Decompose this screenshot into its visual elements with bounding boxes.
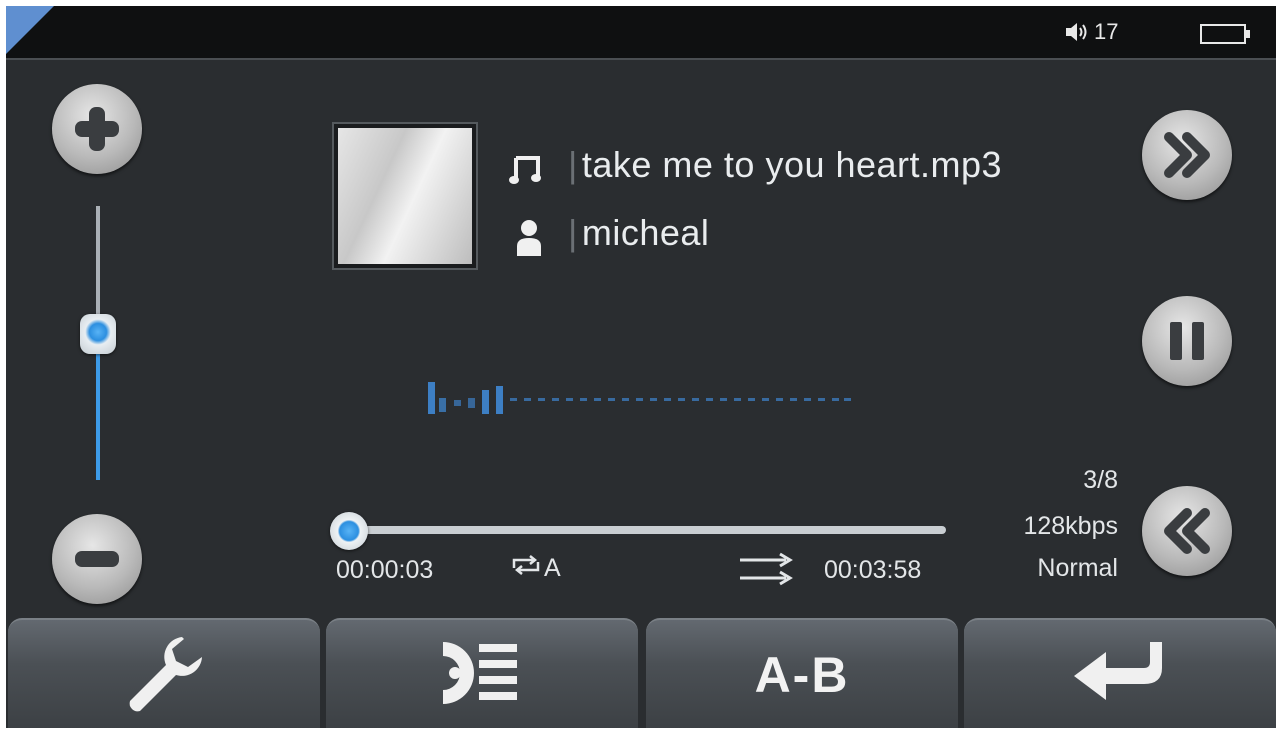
track-title-text: take me to you heart.mp3 [581, 144, 1003, 185]
eq-bar [552, 398, 559, 401]
eq-mode: Normal [1037, 554, 1118, 582]
separator: | [568, 144, 578, 185]
repeat-mode[interactable]: A [510, 554, 561, 583]
settings-button[interactable] [8, 618, 320, 728]
progress-knob[interactable] [330, 512, 368, 550]
eq-bar [720, 398, 727, 401]
eq-bar [524, 398, 531, 401]
eq-bar [734, 398, 741, 401]
previous-button[interactable] [1142, 486, 1232, 576]
volume-slider-fill [96, 334, 100, 480]
eq-bar [692, 398, 699, 401]
eq-bar [454, 400, 461, 406]
eq-bar [566, 398, 573, 401]
eq-bar [439, 398, 446, 412]
corner-marker [6, 6, 54, 54]
eq-bar [622, 398, 629, 401]
eq-bar [482, 390, 489, 414]
volume-indicator: 17 [1064, 18, 1118, 46]
eq-bar [510, 398, 517, 401]
volume-level: 17 [1094, 19, 1119, 44]
eq-bar [594, 398, 601, 401]
pause-icon [1162, 316, 1212, 366]
eq-bar [832, 398, 839, 401]
separator: | [568, 212, 578, 253]
repeat-icon [510, 554, 542, 583]
ab-repeat-label: A-B [754, 647, 850, 703]
eq-bar [428, 382, 435, 414]
shuffle-icon[interactable] [738, 552, 794, 591]
person-icon [514, 218, 544, 263]
eq-bar [776, 398, 783, 401]
plus-icon [70, 102, 124, 156]
eq-bar [636, 398, 643, 401]
rewind-icon [1159, 503, 1215, 559]
track-position: 3/8 [1083, 466, 1118, 494]
eq-bar [608, 398, 615, 401]
volume-down-button[interactable] [52, 514, 142, 604]
wrench-icon [122, 631, 206, 720]
back-button[interactable] [964, 618, 1276, 728]
fast-forward-icon [1159, 127, 1215, 183]
volume-slider-knob[interactable] [80, 314, 116, 354]
playlist-button[interactable] [326, 618, 638, 728]
playlist-icon [439, 638, 525, 713]
battery-icon [1200, 24, 1250, 44]
next-button[interactable] [1142, 110, 1232, 200]
return-arrow-icon [1070, 638, 1170, 713]
eq-bar [650, 398, 657, 401]
eq-bar [762, 398, 769, 401]
repeat-mode-label: A [544, 554, 561, 582]
music-note-icon [508, 152, 544, 193]
eq-bar [790, 398, 797, 401]
equalizer-visualizer [428, 382, 851, 414]
pause-button[interactable] [1142, 296, 1232, 386]
minus-icon [70, 532, 124, 586]
eq-bar [580, 398, 587, 401]
album-art [334, 124, 476, 268]
eq-bar [818, 398, 825, 401]
music-player-screen: 17 | take me to you heart.mp3 | micheal … [6, 6, 1276, 728]
eq-bar [664, 398, 671, 401]
elapsed-time: 00:00:03 [336, 556, 434, 584]
eq-bar [706, 398, 713, 401]
eq-bar [844, 398, 851, 401]
volume-up-button[interactable] [52, 84, 142, 174]
ab-repeat-button[interactable]: A-B [646, 618, 958, 728]
speaker-icon [1064, 20, 1090, 44]
track-title: | take me to you heart.mp3 [568, 144, 1002, 186]
bitrate: 128kbps [1023, 512, 1118, 540]
eq-bar [678, 398, 685, 401]
total-time: 00:03:58 [824, 556, 922, 584]
track-artist: | micheal [568, 212, 709, 254]
eq-bar [804, 398, 811, 401]
status-bar: 17 [6, 6, 1276, 60]
eq-bar [496, 386, 503, 414]
eq-bar [468, 398, 475, 408]
track-artist-text: micheal [581, 212, 710, 253]
eq-bar [748, 398, 755, 401]
eq-bar [538, 398, 545, 401]
progress-bar[interactable] [350, 526, 946, 534]
